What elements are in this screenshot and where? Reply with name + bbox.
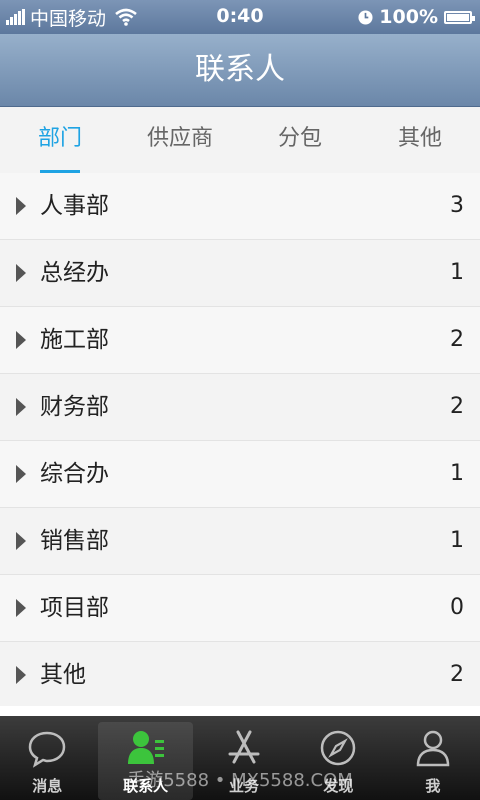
tab-suppliers[interactable]: 供应商 — [120, 107, 240, 173]
expand-arrow-icon — [16, 331, 26, 349]
expand-arrow-icon — [16, 599, 26, 617]
bottom-tab-bar: 消息 联系人 业务 发现 我 — [0, 716, 480, 800]
expand-arrow-icon — [16, 465, 26, 483]
expand-arrow-icon — [16, 264, 26, 282]
department-row[interactable]: 施工部 2 — [0, 307, 480, 374]
expand-arrow-icon — [16, 398, 26, 416]
status-right: 100% — [358, 5, 475, 29]
battery-icon — [444, 10, 475, 24]
department-name: 财务部 — [40, 394, 109, 420]
member-count: 2 — [450, 327, 464, 352]
tabbar-contacts[interactable]: 联系人 — [98, 722, 193, 800]
tabbar-messages[interactable]: 消息 — [0, 716, 94, 800]
department-name: 总经办 — [40, 260, 109, 286]
department-row[interactable]: 财务部 2 — [0, 374, 480, 441]
member-count: 0 — [450, 595, 464, 620]
tab-label: 其他 — [397, 126, 442, 151]
tabbar-me[interactable]: 我 — [386, 716, 480, 800]
tab-label: 部门 — [37, 126, 82, 151]
tab-label: 分包 — [277, 126, 322, 151]
department-name: 人事部 — [40, 193, 109, 219]
status-bar: 中国移动 0:40 100% — [0, 0, 480, 34]
department-row[interactable]: 综合办 1 — [0, 441, 480, 508]
navigation-bar: 联系人 — [0, 34, 480, 107]
clock-icon — [358, 9, 373, 25]
department-list: 人事部 3 总经办 1 施工部 2 财务部 2 综合办 1 销售部 1 项目部 … — [0, 173, 480, 709]
contacts-icon — [127, 731, 164, 764]
department-name: 其他 — [40, 662, 86, 688]
member-count: 1 — [450, 528, 464, 553]
tabbar-label: 联系人 — [123, 777, 169, 795]
person-icon — [416, 730, 450, 767]
chat-bubble-icon — [28, 731, 66, 768]
tabbar-label: 业务 — [229, 777, 260, 795]
tab-others[interactable]: 其他 — [360, 107, 480, 173]
department-row[interactable]: 其他 2 — [0, 642, 480, 709]
tabbar-business[interactable]: 业务 — [197, 716, 291, 800]
member-count: 2 — [450, 394, 464, 419]
member-count: 1 — [450, 260, 464, 285]
expand-arrow-icon — [16, 532, 26, 550]
tabbar-label: 我 — [425, 777, 441, 795]
tab-departments[interactable]: 部门 — [0, 107, 120, 173]
member-count: 2 — [450, 662, 464, 687]
tab-subcontractors[interactable]: 分包 — [240, 107, 360, 173]
department-name: 销售部 — [40, 528, 109, 554]
member-count: 3 — [450, 193, 464, 218]
department-row[interactable]: 人事部 3 — [0, 173, 480, 240]
page-title: 联系人 — [195, 52, 285, 87]
category-tabs: 部门 供应商 分包 其他 — [0, 107, 480, 173]
expand-arrow-icon — [16, 666, 26, 684]
tabbar-discover[interactable]: 发现 — [291, 716, 385, 800]
app-store-icon — [228, 730, 260, 764]
department-name: 施工部 — [40, 327, 109, 353]
battery-percent: 100% — [379, 6, 438, 28]
compass-icon — [321, 730, 356, 766]
tab-label: 供应商 — [146, 126, 213, 151]
list-footer — [0, 706, 480, 716]
expand-arrow-icon — [16, 197, 26, 215]
tabbar-label: 消息 — [32, 777, 63, 795]
department-row[interactable]: 项目部 0 — [0, 575, 480, 642]
department-name: 综合办 — [40, 461, 109, 487]
department-name: 项目部 — [40, 595, 109, 621]
member-count: 1 — [450, 461, 464, 486]
tabbar-label: 发现 — [323, 777, 354, 795]
department-row[interactable]: 总经办 1 — [0, 240, 480, 307]
department-row[interactable]: 销售部 1 — [0, 508, 480, 575]
